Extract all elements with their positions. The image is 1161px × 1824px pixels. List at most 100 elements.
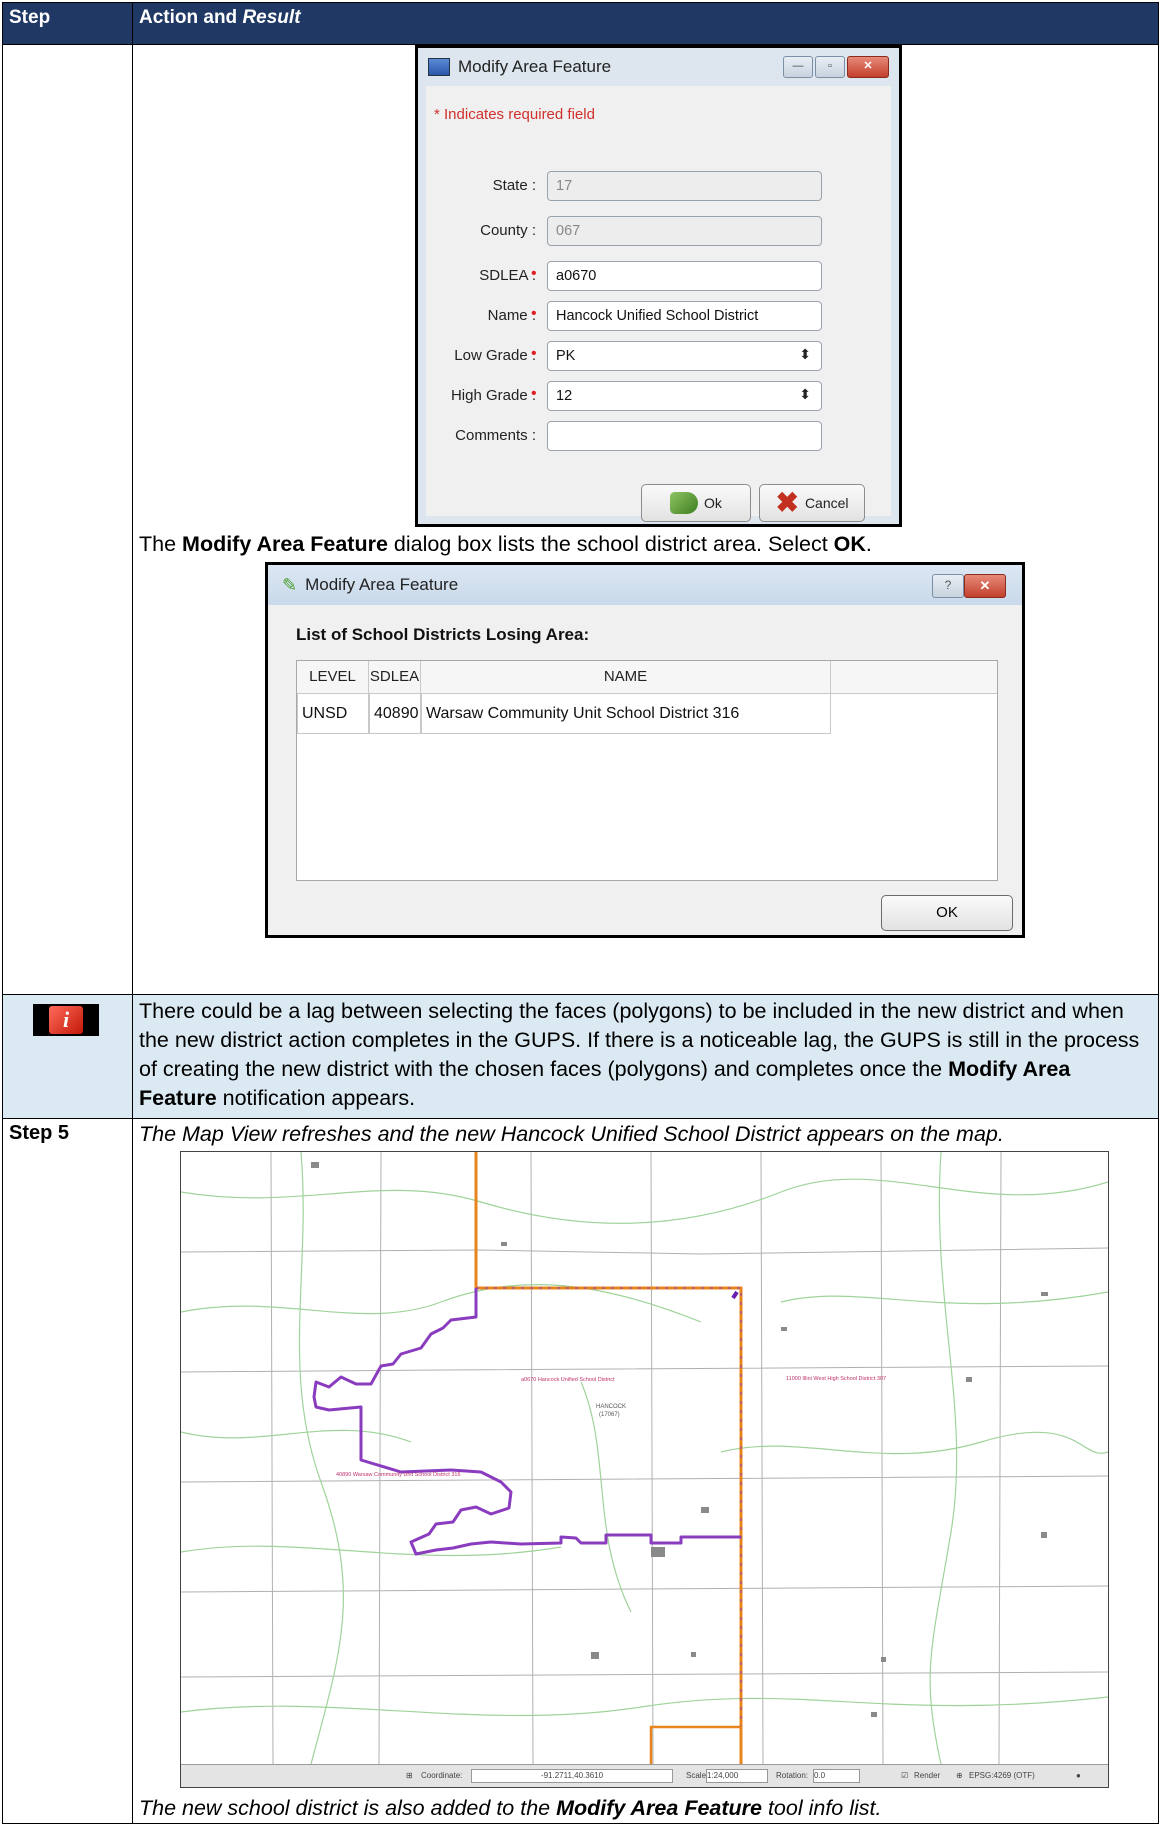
minimize-icon[interactable]: — xyxy=(783,56,813,78)
restore-icon[interactable]: ▫ xyxy=(815,56,845,78)
field-value: PK xyxy=(556,348,576,364)
scale-label: Scale xyxy=(686,1771,707,1780)
caption-text-mid: dialog box lists the school district are… xyxy=(387,532,834,556)
map-view[interactable]: a0670 Hancock Unified School District 40… xyxy=(180,1151,1109,1788)
note-end: notification appears. xyxy=(216,1086,416,1110)
cell-name: Warsaw Community Unit School District 31… xyxy=(421,694,831,734)
form-row: High Grade : • 12 ⬍ xyxy=(426,381,891,413)
field-input-2[interactable]: a0670 xyxy=(547,261,822,291)
old-boundary-overlay xyxy=(476,1287,742,1764)
footer-end: tool info list. xyxy=(761,1796,882,1820)
field-label: Name : xyxy=(487,307,536,324)
info-icon: i xyxy=(49,1006,83,1034)
ok-button[interactable]: Ok xyxy=(641,484,751,522)
window-buttons: — ▫ ✕ xyxy=(783,56,889,78)
scale-field[interactable]: 1:24,000 xyxy=(706,1769,768,1783)
col-sdlea[interactable]: SDLEA xyxy=(369,661,421,693)
select-arrows-icon[interactable]: ⬍ xyxy=(799,346,811,363)
cancel-button-label: Cancel xyxy=(804,495,849,511)
rotation-label: Rotation: xyxy=(776,1771,809,1780)
messages-icon[interactable]: ● xyxy=(1076,1771,1081,1780)
field-value: 17 xyxy=(556,178,573,194)
map-road-lines xyxy=(181,1152,1108,1764)
field-label: High Grade : xyxy=(450,387,536,404)
districts-table: LEVEL SDLEA NAME UNSD 40890 Warsaw Commu… xyxy=(296,660,998,881)
new-district-boundary xyxy=(312,1288,741,1556)
form-row: County : 067 xyxy=(426,216,891,248)
form-row: Comments : xyxy=(426,421,891,453)
step-5-content: The Map View refreshes and the new Hanco… xyxy=(132,1118,1159,1824)
field-input-3[interactable]: Hancock Unified School District xyxy=(547,301,822,331)
close-icon[interactable]: ✕ xyxy=(847,56,889,78)
required-marker-icon: • xyxy=(531,385,537,402)
caption-text: The xyxy=(139,532,183,556)
label-warsaw-district: 40890 Warsaw Community Unit School Distr… xyxy=(336,1472,461,1478)
cancel-x-icon: ✖ xyxy=(775,487,799,518)
ok-button[interactable]: OK xyxy=(881,895,1013,931)
table-header: LEVEL SDLEA NAME xyxy=(297,661,997,694)
help-icon[interactable]: ? xyxy=(932,574,964,598)
header-step: Step xyxy=(2,2,133,45)
step-5-label: Step 5 xyxy=(2,1118,133,1824)
map-canvas[interactable]: a0670 Hancock Unified School District 40… xyxy=(181,1152,1108,1764)
render-checkbox[interactable]: ☑ xyxy=(901,1771,908,1780)
field-input-1: 067 xyxy=(547,216,822,246)
required-marker-icon: • xyxy=(531,345,537,362)
col-level[interactable]: LEVEL xyxy=(297,661,369,693)
required-marker-icon: • xyxy=(531,265,537,282)
note-text: There could be a lag between selecting t… xyxy=(132,994,1159,1119)
info-icon-frame: i xyxy=(33,1004,99,1036)
field-value: 12 xyxy=(556,388,573,404)
list-title: List of School Districts Losing Area: xyxy=(296,625,590,644)
rotation-field[interactable]: 0.0 xyxy=(813,1769,860,1783)
caption-ok: OK xyxy=(833,532,866,556)
procedure-table: Step Action and Result Modify Area Featu… xyxy=(2,2,1159,1824)
caption-period: . xyxy=(865,532,872,556)
map-marker xyxy=(731,1290,739,1300)
cancel-button[interactable]: ✖ Cancel xyxy=(759,484,865,522)
coordinate-field[interactable]: -91.2711,40.3610 xyxy=(471,1769,673,1783)
form-row: Name : • Hancock Unified School District xyxy=(426,301,891,333)
footer-bold: Modify Area Feature xyxy=(556,1796,762,1820)
cell-sdlea: 40890 xyxy=(369,694,421,734)
field-label: SDLEA : xyxy=(479,267,536,284)
grade-select-5[interactable]: 12 ⬍ xyxy=(547,381,822,411)
form-row: Low Grade : • PK ⬍ xyxy=(426,341,891,373)
old-boundary-south xyxy=(649,1725,743,1764)
field-value: 067 xyxy=(556,223,581,239)
gups-leaf-icon: ✎ xyxy=(282,574,298,595)
field-value: Hancock Unified School District xyxy=(556,308,759,324)
required-marker-icon: • xyxy=(531,305,537,322)
app-icon xyxy=(428,58,450,76)
field-value: a0670 xyxy=(556,268,597,284)
dialog2-title: Modify Area Feature xyxy=(305,575,459,594)
cell-level: UNSD xyxy=(297,694,369,734)
map-status-bar: ⊞ Coordinate: -91.2711,40.3610 Scale 1:2… xyxy=(181,1764,1108,1787)
grade-select-4[interactable]: PK ⬍ xyxy=(547,341,822,371)
field-label: Low Grade : xyxy=(454,347,536,364)
map-grid-lines xyxy=(181,1152,1108,1764)
field-input-6[interactable] xyxy=(547,421,822,451)
col-name[interactable]: NAME xyxy=(421,661,831,693)
label-place-code: (17067) xyxy=(599,1412,620,1418)
field-input-0: 17 xyxy=(547,171,822,201)
select-arrows-icon[interactable]: ⬍ xyxy=(799,386,811,403)
crs-globe-icon[interactable]: ⊕ xyxy=(956,1771,963,1780)
caption-bold: Modify Area Feature xyxy=(182,532,388,556)
dialog2-title-bar: ✎ Modify Area Feature xyxy=(268,565,1022,605)
header-action: Action and Result xyxy=(132,2,1159,45)
ok-button-label: Ok xyxy=(704,495,722,511)
old-district-boundary xyxy=(474,1152,743,1764)
step-5-footer: The new school district is also added to… xyxy=(139,1794,1152,1823)
close-icon[interactable]: ✕ xyxy=(964,574,1006,598)
crs-label[interactable]: EPSG:4269 (OTF) xyxy=(969,1771,1035,1780)
label-hancock-district: a0670 Hancock Unified School District xyxy=(521,1377,615,1383)
empty-step-cell xyxy=(2,44,133,995)
dialog-body: * Indicates required field State : 17 Coun… xyxy=(426,86,891,522)
label-east-district: 11000 Illini West High School District 3… xyxy=(786,1376,886,1382)
form-row: State : 17 xyxy=(426,171,891,203)
label-place-name: HANCOCK xyxy=(596,1404,626,1410)
form-row: SDLEA : • a0670 xyxy=(426,261,891,293)
dialog-title: Modify Area Feature xyxy=(458,57,612,76)
required-field-note: * Indicates required field xyxy=(434,106,595,123)
